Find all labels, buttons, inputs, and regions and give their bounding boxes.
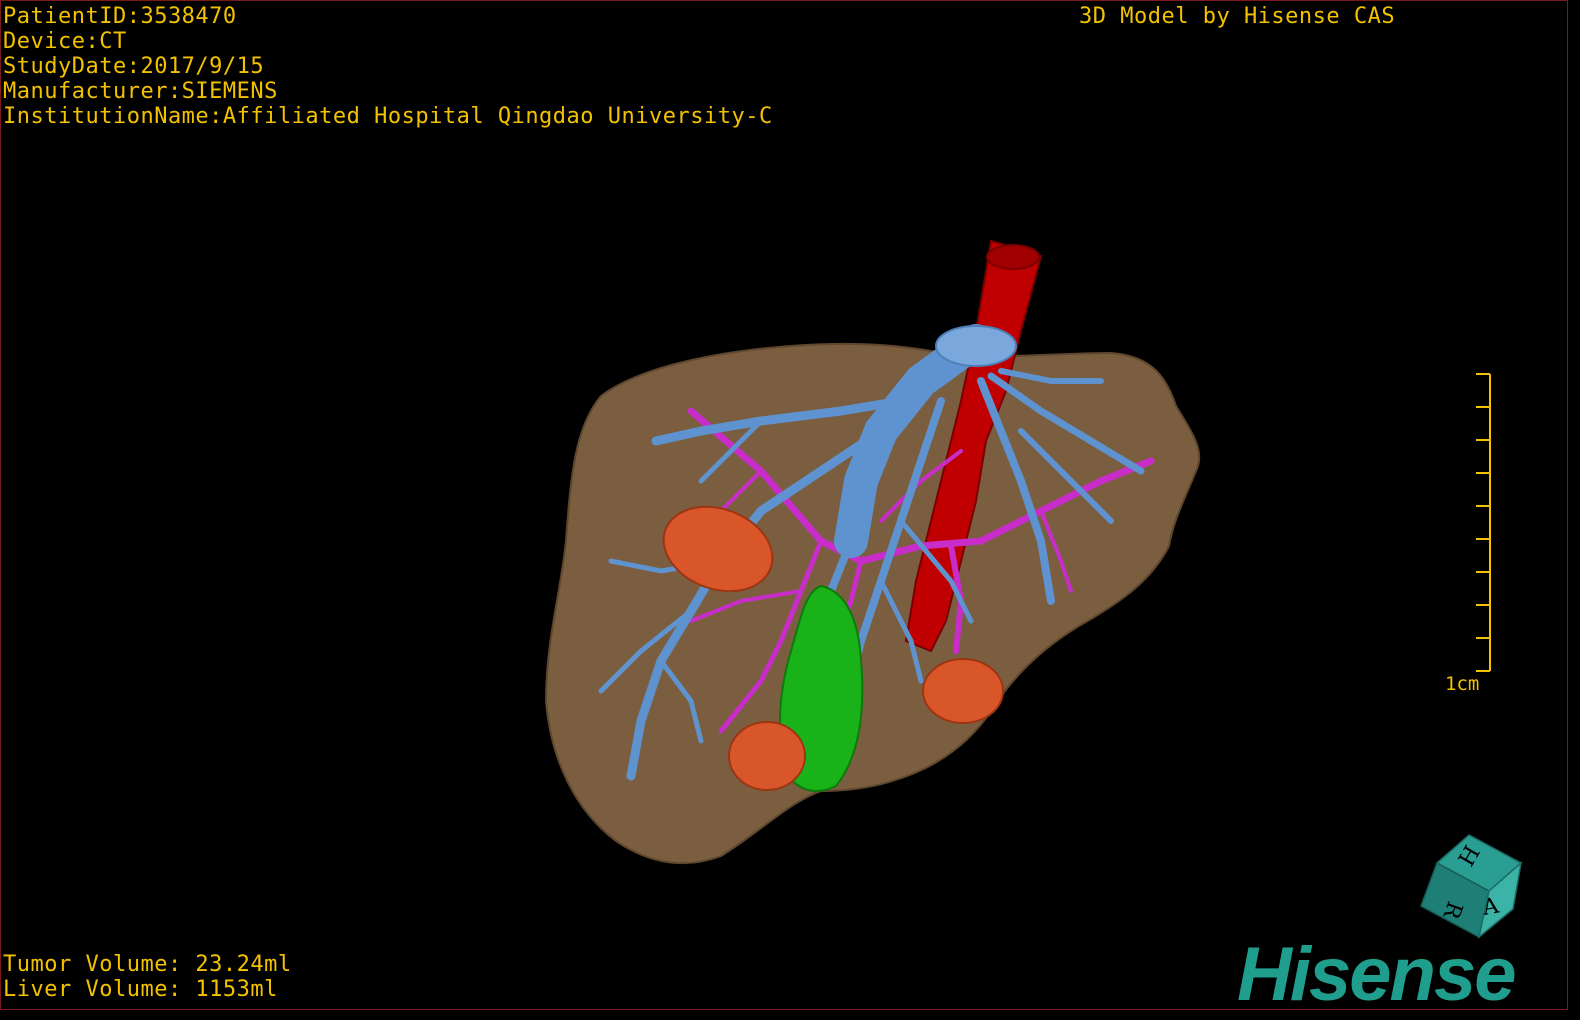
dicom-info-overlay: PatientID:3538470 Device:CT StudyDate:2017…	[3, 4, 773, 129]
scale-bar-label: 1cm	[1445, 673, 1480, 695]
liver-3d-model[interactable]: H R A	[1, 1, 1569, 1011]
study-date: StudyDate:2017/9/15	[3, 54, 265, 79]
orientation-cube-icon[interactable]: H R A	[1420, 834, 1523, 939]
tumor-3	[728, 721, 806, 791]
manufacturer: Manufacturer:SIEMENS	[3, 79, 278, 104]
liver-volume: Liver Volume: 1153ml	[3, 977, 278, 1002]
scale-bar	[1476, 373, 1491, 672]
device: Device:CT	[3, 29, 127, 54]
institution-name: InstitutionName:Affiliated Hospital Qing…	[3, 104, 773, 129]
tumor-2	[922, 658, 1004, 724]
hisense-logo: Hisense	[1237, 932, 1516, 1017]
model-credit: 3D Model by Hisense CAS	[1079, 4, 1396, 29]
patient-id: PatientID:3538470	[3, 4, 237, 29]
tumor-volume: Tumor Volume: 23.24ml	[3, 952, 292, 977]
3d-render-viewport[interactable]: H R A PatientID:3538470 Device:CT StudyDat…	[0, 0, 1569, 1015]
volume-readout: Tumor Volume: 23.24ml Liver Volume: 1153m…	[3, 952, 292, 1002]
